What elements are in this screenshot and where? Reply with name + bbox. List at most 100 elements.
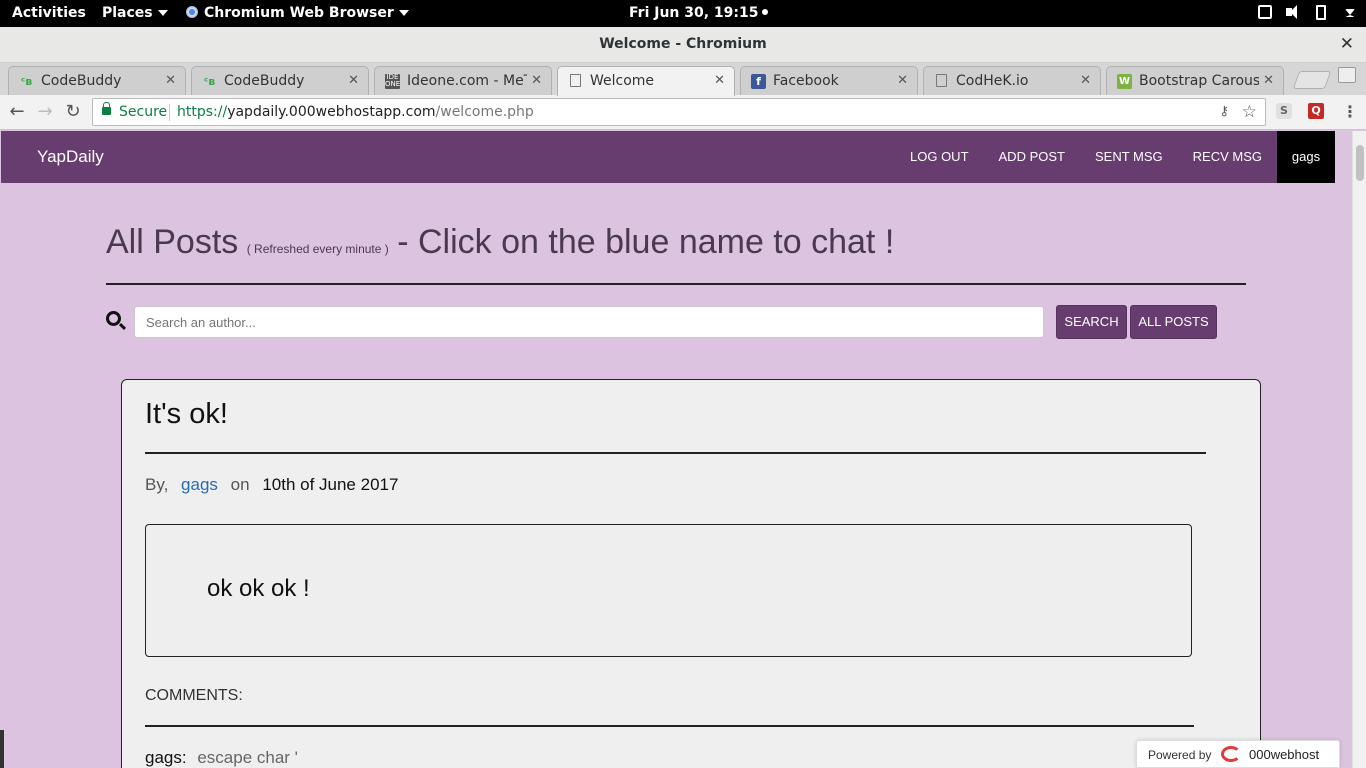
tab-codebuddy-1[interactable]: ᶜʙ CodeBuddy ✕ (8, 66, 186, 95)
refresh-note: ( Refreshed every minute ) (246, 242, 389, 256)
tab-close-icon[interactable]: ✕ (1080, 73, 1091, 88)
extension-q-icon[interactable]: Q (1308, 103, 1324, 119)
post-meta: By, gags on 10th of June 2017 (145, 475, 398, 495)
nav-add-post[interactable]: ADD POST (984, 131, 1080, 183)
codebuddy-icon: ᶜʙ (20, 75, 33, 88)
reload-button[interactable]: ↻ (62, 101, 84, 122)
divider (145, 725, 1194, 727)
tab-title: Ideone.com - MeT (407, 73, 527, 89)
app-menu-label: Chromium Web Browser (204, 5, 394, 21)
system-menu-caret (1340, 5, 1355, 19)
extension-s-icon[interactable]: S (1276, 103, 1292, 119)
comment-author: gags: (145, 748, 187, 767)
powered-by-badge[interactable]: Powered by 000webhost (1136, 740, 1340, 768)
url-path: /welcome.php (435, 104, 534, 120)
chevron-down-icon (157, 10, 168, 16)
search-icon (106, 311, 121, 326)
tab-welcome[interactable]: Welcome ✕ (557, 66, 735, 96)
chromium-icon (186, 6, 198, 18)
url-host: yapdaily.000webhostapp.com (227, 104, 436, 120)
tab-close-icon[interactable]: ✕ (531, 73, 542, 88)
divider (106, 283, 1246, 285)
system-status-area[interactable] (1258, 5, 1355, 20)
site-navbar: YapDaily LOG OUT ADD POST SENT MSG RECV … (1, 131, 1335, 183)
page-title-main: All Posts (106, 223, 239, 261)
chevron-down-icon (398, 10, 409, 16)
site-brand[interactable]: YapDaily (37, 147, 104, 167)
tab-title: Facebook (773, 73, 839, 89)
tab-title: CodeBuddy (41, 73, 122, 89)
comment-item: gags: escape char ' (145, 748, 298, 768)
back-button[interactable]: ← (6, 101, 28, 122)
divider (145, 452, 1206, 454)
author-search-input[interactable] (134, 306, 1044, 338)
nav-logout[interactable]: LOG OUT (895, 131, 984, 183)
tab-title: CodeBuddy (224, 73, 305, 89)
nav-sent-msg[interactable]: SENT MSG (1080, 131, 1178, 183)
ideone-icon: IDE ONE (385, 73, 401, 89)
tab-facebook[interactable]: f Facebook ✕ (740, 66, 918, 95)
battery-icon (1316, 5, 1326, 20)
tab-codebuddy-2[interactable]: ᶜʙ CodeBuddy ✕ (191, 66, 369, 95)
bookmark-star-icon[interactable]: ☆ (1242, 102, 1257, 122)
tab-codhek[interactable]: CodHeK.io ✕ (923, 66, 1101, 95)
forward-button[interactable]: → (34, 101, 56, 122)
all-posts-button[interactable]: ALL POSTS (1130, 305, 1217, 339)
activities-button[interactable]: Activities (12, 5, 86, 21)
nav-links: LOG OUT ADD POST SENT MSG RECV MSG gags (895, 131, 1335, 183)
url-text[interactable]: https://yapdaily.000webhostapp.com/welco… (177, 104, 534, 120)
tab-close-icon[interactable]: ✕ (897, 73, 908, 88)
secure-label[interactable]: Secure (119, 104, 167, 120)
tab-close-icon[interactable]: ✕ (1263, 73, 1274, 88)
url-scheme: https:// (177, 104, 228, 120)
browser-toolbar: ← → ↻ Secure https://yapdaily.000webhost… (0, 95, 1366, 130)
tab-bootstrap-carousel[interactable]: W Bootstrap Carous ✕ (1106, 66, 1284, 95)
nav-recv-msg[interactable]: RECV MSG (1178, 131, 1277, 183)
window-title: Welcome - Chromium (599, 36, 767, 52)
tab-title: Welcome (590, 73, 655, 89)
on-label: on (230, 475, 250, 494)
document-icon (936, 74, 947, 87)
document-icon (570, 74, 581, 87)
notification-dot-icon (761, 9, 768, 15)
post-title: It's ok! (145, 398, 228, 430)
search-button[interactable]: SEARCH (1056, 305, 1127, 339)
page-scrollbar[interactable] (1352, 131, 1366, 768)
chevron-down-icon (1345, 9, 1355, 17)
post-card: It's ok! By, gags on 10th of June 2017 o… (121, 379, 1261, 768)
codebuddy-icon: ᶜʙ (203, 75, 216, 88)
new-tab-button[interactable] (1292, 71, 1332, 89)
powered-by-label: Powered by (1148, 748, 1212, 762)
window-close-button[interactable]: ✕ (1340, 34, 1354, 54)
comment-text: escape char ' (197, 748, 298, 767)
scrollbar-thumb[interactable] (1356, 145, 1364, 181)
lock-icon (102, 102, 111, 115)
clock[interactable]: Fri Jun 30, 19:15 (629, 5, 768, 21)
facebook-icon: f (751, 74, 766, 89)
post-date: 10th of June 2017 (262, 475, 399, 494)
tab-strip: ᶜʙ CodeBuddy ✕ ᶜʙ CodeBuddy ✕ IDE ONE Id… (0, 63, 1366, 96)
places-label: Places (102, 5, 153, 21)
tab-close-icon[interactable]: ✕ (714, 73, 725, 88)
address-bar[interactable]: Secure https://yapdaily.000webhostapp.co… (92, 98, 1266, 126)
profile-icon[interactable] (1338, 67, 1356, 83)
clock-label: Fri Jun 30, 19:15 (629, 5, 759, 21)
tab-close-icon[interactable]: ✕ (165, 73, 176, 88)
window-title-bar: Welcome - Chromium ✕ (0, 27, 1366, 63)
volume-icon (1286, 5, 1302, 19)
places-menu[interactable]: Places (102, 5, 168, 21)
window-icon (1258, 5, 1272, 19)
divider (169, 104, 170, 121)
post-author-link[interactable]: gags (181, 475, 218, 494)
tab-close-icon[interactable]: ✕ (348, 73, 359, 88)
nav-current-user[interactable]: gags (1277, 131, 1335, 183)
system-top-bar: Activities Places Chromium Web Browser F… (0, 0, 1366, 27)
key-icon[interactable]: ⚷ (1219, 104, 1229, 119)
app-menu[interactable]: Chromium Web Browser (186, 5, 409, 21)
comments-label: COMMENTS: (145, 687, 243, 704)
tab-ideone[interactable]: IDE ONE Ideone.com - MeT ✕ (374, 66, 552, 95)
page-title: All Posts ( Refreshed every minute ) - C… (106, 223, 894, 262)
tab-title: CodHeK.io (956, 73, 1029, 89)
browser-menu-icon[interactable]: ⋮ (1342, 102, 1358, 121)
post-body-box: ok ok ok ! (145, 524, 1192, 657)
